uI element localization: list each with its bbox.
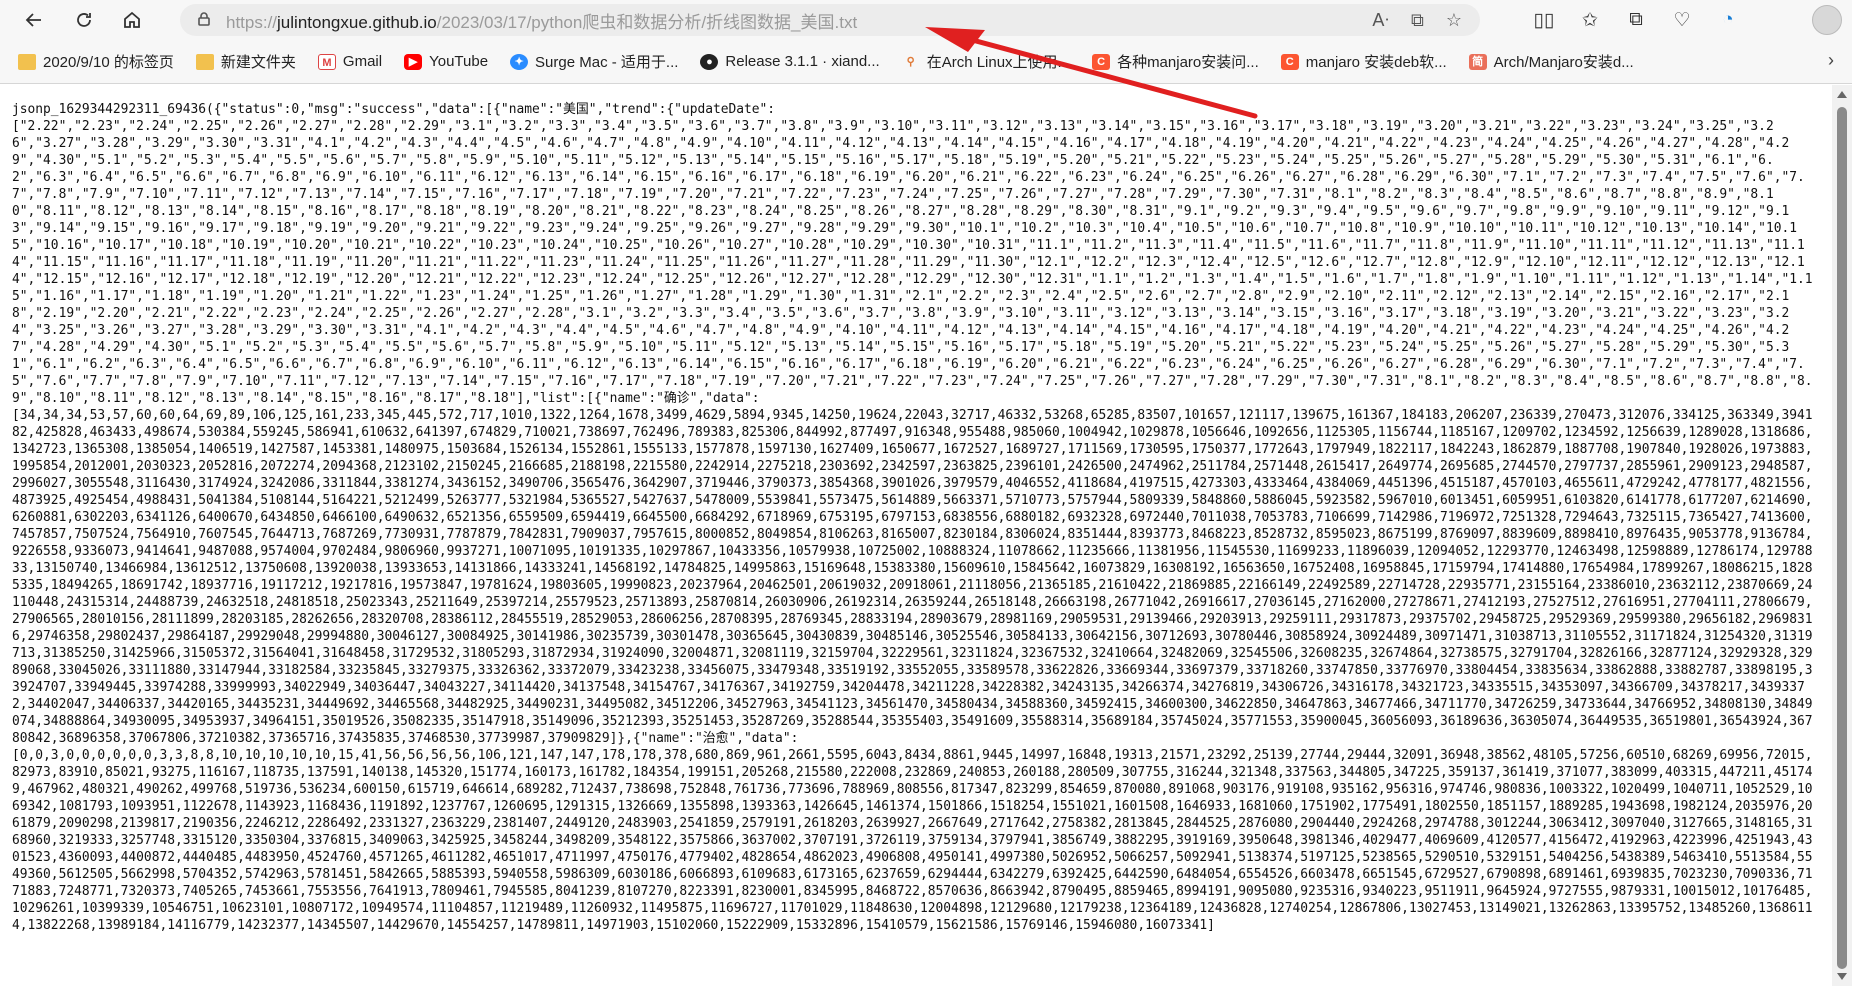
home-button[interactable]: [114, 4, 150, 36]
surge-icon: ✦: [510, 53, 529, 70]
app-available-icon[interactable]: ⧉: [1411, 10, 1424, 31]
performance-icon[interactable]: ♡: [1668, 9, 1696, 32]
bookmark-item[interactable]: 新建文件夹: [195, 51, 296, 72]
back-arrow-icon: [25, 13, 41, 27]
location-pin-icon: ⚲: [906, 55, 915, 68]
cured-data: [0,0,3,0,0,0,0,0,0,3,3,8,8,10,10,10,10,1…: [12, 748, 1813, 933]
bookmark-item[interactable]: 简 Arch/Manjaro安装d...: [1468, 51, 1634, 72]
refresh-icon: [77, 13, 91, 27]
favorites-icon[interactable]: ✩: [1576, 9, 1604, 32]
folder-icon: [195, 53, 214, 70]
profile-avatar[interactable]: [1812, 5, 1842, 35]
bookmark-item[interactable]: ✦ Surge Mac - 适用于...: [510, 51, 678, 72]
update-dates: ["2.22","2.23","2.24","2.25","2.26","2.2…: [12, 119, 1813, 406]
bookmark-item[interactable]: ● Release 3.1.1 · xiand...: [700, 53, 880, 70]
url-prefix: https://: [226, 12, 278, 32]
edge-icon[interactable]: ◔: [1714, 9, 1742, 31]
bookmark-label: 在Arch Linux上使用...: [926, 54, 1071, 71]
scroll-down-icon[interactable]: [1837, 973, 1847, 980]
add-favorite-icon[interactable]: ☆: [1446, 10, 1462, 31]
page-content: jsonp_1629344292311_69436({"status":0,"m…: [0, 85, 1832, 986]
csdn-icon: C: [1092, 53, 1111, 70]
github-icon: ●: [700, 53, 719, 70]
bookmark-label: Gmail: [342, 53, 383, 70]
read-aloud-icon[interactable]: Aᐧ: [1372, 10, 1389, 31]
back-button[interactable]: [16, 4, 52, 36]
vertical-scrollbar[interactable]: [1832, 85, 1852, 986]
bookmark-label: 各种manjaro安装问...: [1117, 54, 1259, 71]
jsonp-header: jsonp_1629344292311_69436({"status":0,"m…: [12, 102, 776, 117]
bookmark-label: Surge Mac - 适用于...: [535, 54, 679, 71]
lock-icon[interactable]: [196, 11, 214, 29]
bookmark-item[interactable]: ▶ YouTube: [404, 53, 488, 70]
browser-window: https://julintongxue.github.io/2023/03/1…: [0, 0, 1852, 986]
scrollbar-thumb[interactable]: [1837, 107, 1847, 969]
home-icon: [124, 11, 140, 28]
gmail-icon: M: [317, 53, 336, 70]
collections-icon[interactable]: ⧉: [1622, 9, 1650, 31]
bookmark-label: 新建文件夹: [220, 54, 296, 71]
chevron-right-icon[interactable]: ›: [1828, 50, 1834, 71]
bookmark-item[interactable]: M Gmail: [317, 53, 383, 70]
url-text[interactable]: https://julintongxue.github.io/2023/03/1…: [226, 8, 857, 33]
bookmarks-bar: 2020/9/10 的标签页 新建文件夹 M Gmail ▶ YouTube ✦ Su…: [0, 40, 1852, 84]
youtube-icon: ▶: [404, 53, 423, 70]
scroll-up-icon[interactable]: [1837, 91, 1847, 98]
jianshu-icon: 简: [1468, 53, 1487, 70]
bookmark-label: Arch/Manjaro安装d...: [1493, 54, 1634, 71]
csdn-icon: C: [1280, 53, 1299, 70]
address-bar[interactable]: https://julintongxue.github.io/2023/03/1…: [180, 4, 1480, 36]
url-path: /2023/03/17/python爬虫和数据分析/折线图数据_美国.txt: [436, 12, 858, 32]
browser-toolbar: https://julintongxue.github.io/2023/03/1…: [0, 0, 1852, 40]
bookmark-label: YouTube: [429, 53, 489, 70]
raw-text-body: jsonp_1629344292311_69436({"status":0,"m…: [12, 101, 1820, 934]
bookmark-label: Release 3.1.1 · xiand...: [725, 53, 880, 70]
confirmed-data: [34,34,34,53,57,60,60,64,69,89,106,125,1…: [12, 408, 1813, 746]
refresh-button[interactable]: [66, 4, 102, 36]
bookmark-label: manjaro 安装deb软...: [1305, 54, 1447, 71]
bookmark-item[interactable]: 2020/9/10 的标签页: [18, 51, 174, 72]
folder-icon: [18, 53, 36, 70]
bookmark-item[interactable]: C 各种manjaro安装问...: [1092, 51, 1259, 72]
url-host: julintongxue.github.io: [277, 12, 437, 32]
bookmark-item[interactable]: ⚲ 在Arch Linux上使用...: [902, 51, 1070, 72]
bookmark-item[interactable]: Cmanjaro 安装deb软...: [1280, 51, 1447, 72]
bookmark-label: 2020/9/10 的标签页: [43, 54, 174, 71]
split-screen-icon[interactable]: ▯▯: [1530, 9, 1558, 32]
